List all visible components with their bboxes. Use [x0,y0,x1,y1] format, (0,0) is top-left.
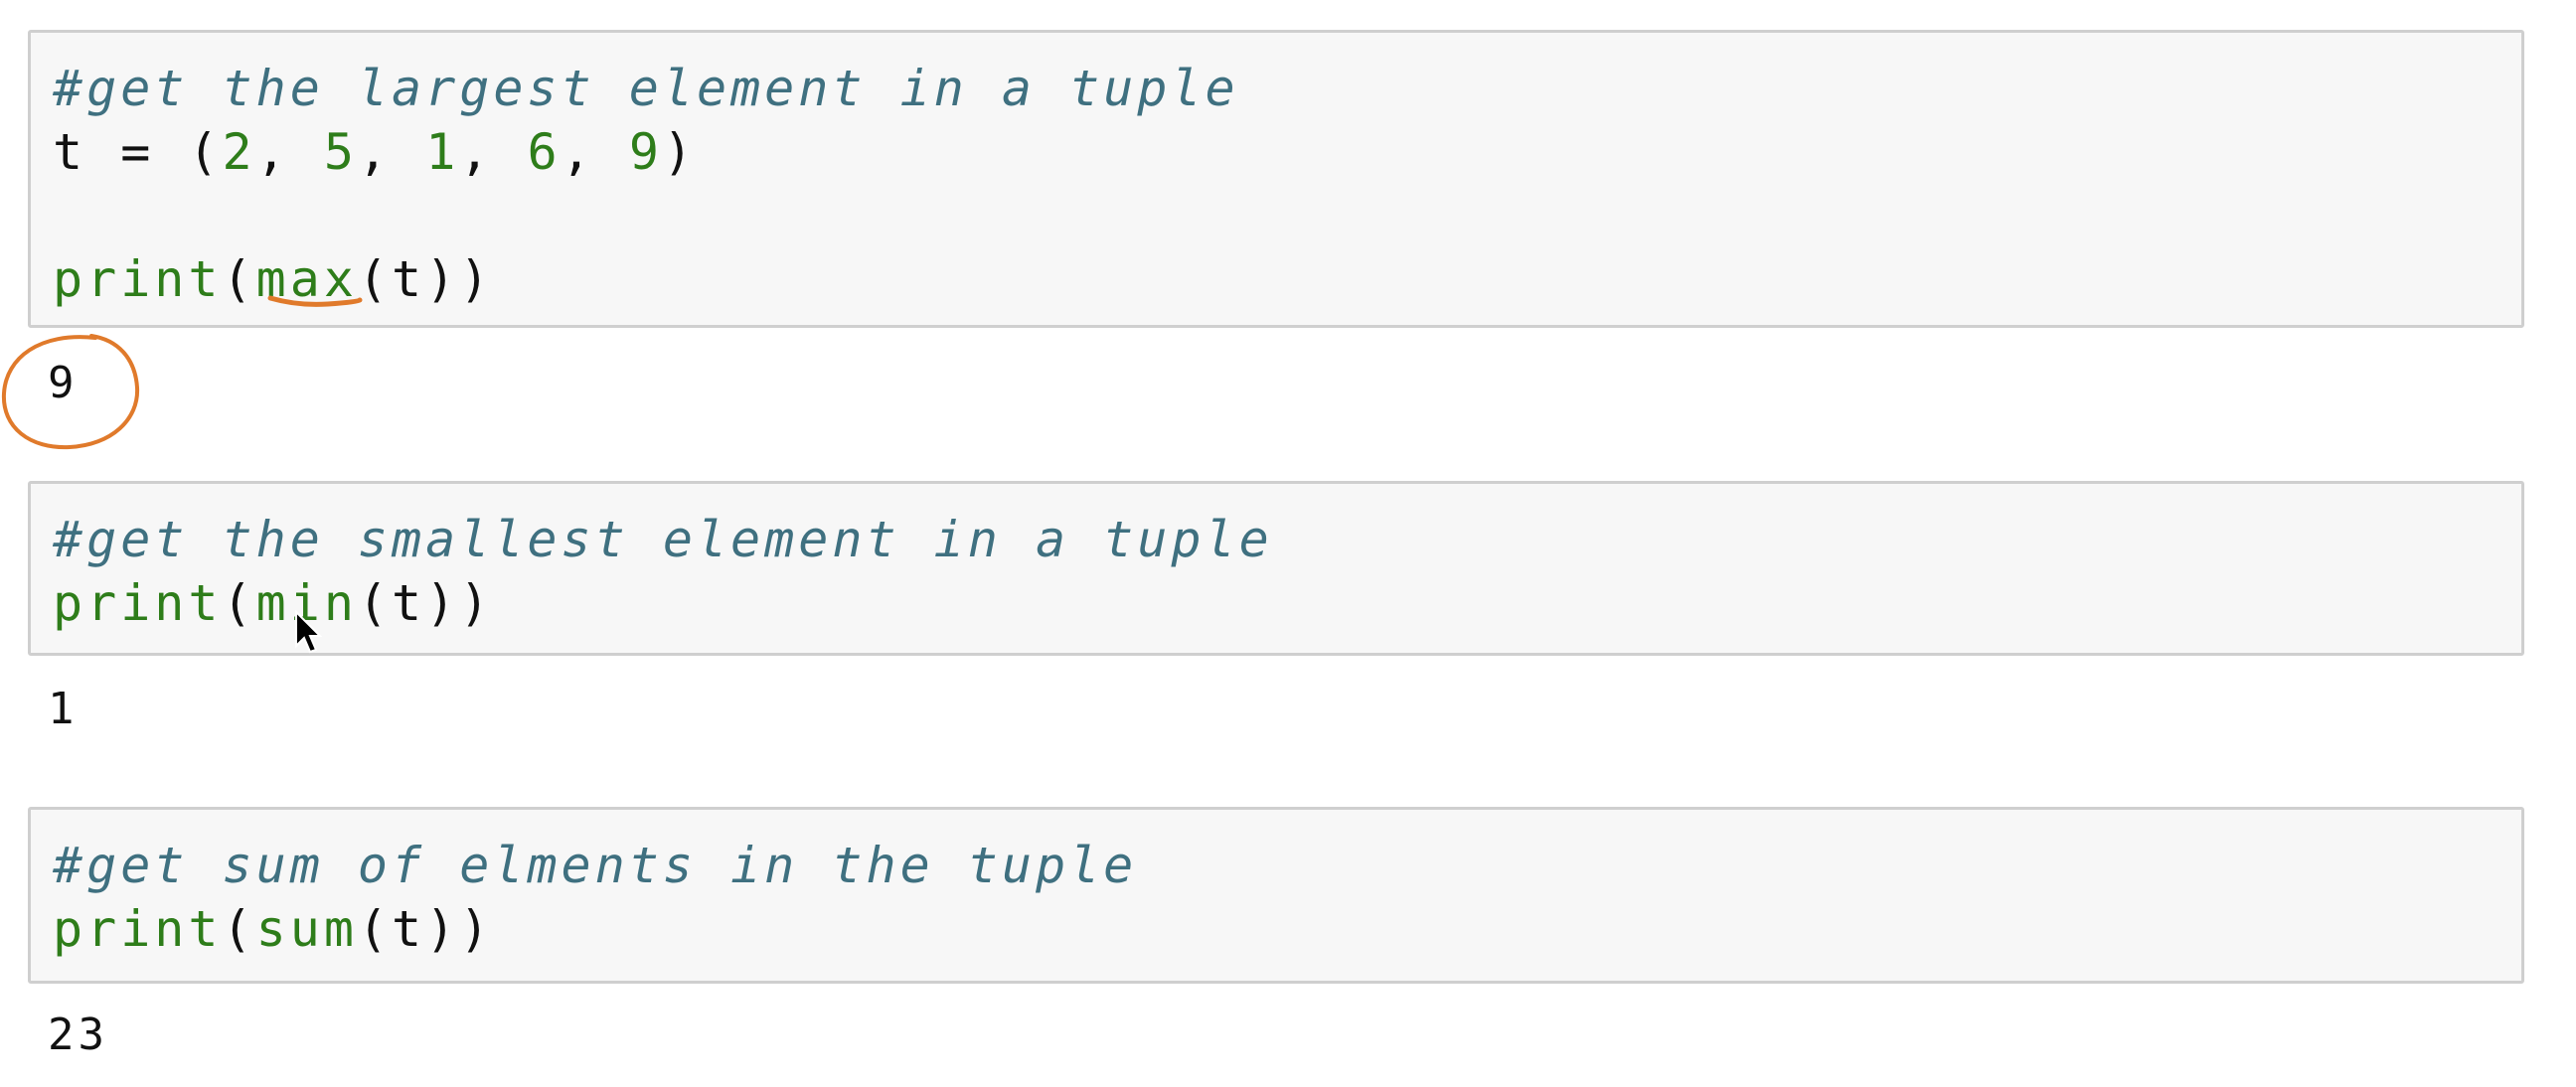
code-line-assign: t = (2, 5, 1, 6, 9) [53,122,697,182]
paren-open: ( [222,900,256,958]
max-function: max [255,250,358,308]
assign-operator: = [86,123,189,181]
cell-output-sum: 23 [48,1009,108,1060]
sum-function: sum [255,900,358,958]
code-cell-min[interactable]: #get the smallest element in a tuple pri… [28,481,2524,656]
code-line-print-sum: print(sum(t)) [53,899,493,959]
call-args: (t)) [357,250,494,308]
tuple-separator: , [459,123,528,181]
code-comment: #get the smallest element in a tuple [53,511,1273,568]
tuple-separator: , [561,123,629,181]
print-function: print [53,574,223,632]
code-cell-max[interactable]: #get the largest element in a tuple t = … [28,30,2524,328]
cell-output-max: 9 [48,358,79,408]
code-line-print-max: print(max(t)) [53,249,493,309]
print-function: print [53,250,223,308]
tuple-value: 5 [323,123,358,181]
tuple-separator: , [357,123,426,181]
code-line-print-min: print(min(t)) [53,573,493,633]
paren-open: ( [222,574,256,632]
code-comment: #get the largest element in a tuple [53,60,1239,117]
tuple-value: 1 [425,123,460,181]
code-cell-sum[interactable]: #get sum of elments in the tuple print(s… [28,807,2524,984]
call-args: (t)) [357,574,494,632]
tuple-value: 6 [527,123,562,181]
tuple-value: 2 [222,123,256,181]
tuple-value: 9 [628,123,663,181]
paren-open: ( [222,250,256,308]
tuple-separator: , [255,123,324,181]
notebook: #get the largest element in a tuple t = … [0,0,2576,1087]
call-args: (t)) [357,900,494,958]
cell-output-min: 1 [48,684,79,734]
paren-open: ( [188,123,223,181]
print-function: print [53,900,223,958]
mouse-cursor-icon [295,610,322,654]
code-comment: #get sum of elments in the tuple [53,837,1138,894]
paren-close: ) [662,123,698,181]
variable-name: t [53,123,87,181]
